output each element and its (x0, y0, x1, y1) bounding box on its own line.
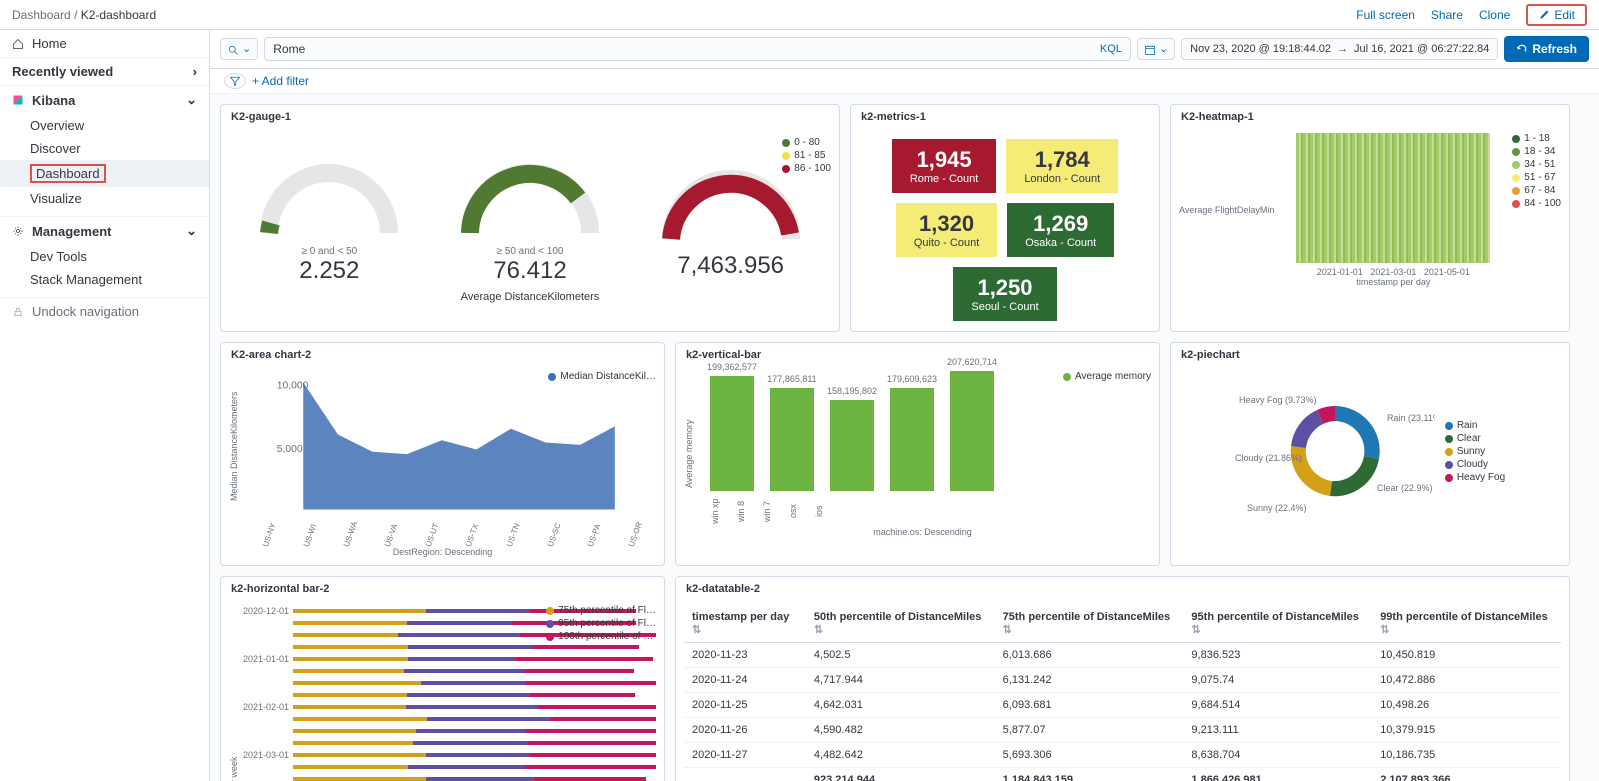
heatmap-plot (1296, 133, 1490, 263)
panel-pie: k2-piechart Rain (23.11%) (1170, 342, 1570, 566)
gauge-legend: 0 - 80 81 - 85 86 - 100 (782, 137, 831, 176)
sidebar-item-discover[interactable]: Discover (0, 137, 209, 160)
top-bar: Dashboard / K2-dashboard Full screen Sha… (0, 0, 1599, 30)
date-range-picker[interactable]: Nov 23, 2020 @ 19:18:44.02 → Jul 16, 202… (1181, 38, 1498, 60)
metric-card: 1,784 London - Count (1006, 139, 1118, 193)
panel-title: K2-gauge-1 (221, 105, 839, 129)
lock-icon (12, 306, 24, 318)
chevron-down-icon: ⌄ (186, 92, 197, 108)
svg-text:Sunny (22.4%): Sunny (22.4%) (1247, 503, 1307, 513)
svg-text:5,000: 5,000 (277, 444, 303, 455)
share-link[interactable]: Share (1431, 8, 1463, 22)
metric-card: 1,269 Osaka - Count (1007, 203, 1114, 257)
kibana-logo-icon (12, 94, 24, 106)
sidebar-item-overview[interactable]: Overview (0, 114, 209, 137)
refresh-button[interactable]: Refresh (1504, 36, 1589, 62)
area-plot: 10,000 5,000 (239, 371, 656, 521)
sidebar-kibana-header[interactable]: Kibana ⌄ (0, 86, 209, 114)
table-header[interactable]: 75th percentile of DistanceMiles ⇅ (995, 605, 1184, 643)
sidebar-home[interactable]: Home (0, 30, 209, 57)
table-row: 2020-11-274,482.6425,693.3068,638.70410,… (684, 743, 1561, 768)
sidebar: Home Recently viewed › Kibana ⌄ Overview… (0, 30, 210, 781)
table-row: 2020-11-254,642.0316,093.6819,684.51410,… (684, 693, 1561, 718)
pie-plot: Rain (23.11%) Clear (22.9%) Sunny (22.4%… (1235, 371, 1435, 531)
query-input[interactable]: Rome (273, 42, 305, 56)
table-header[interactable]: 50th percentile of DistanceMiles ⇅ (806, 605, 995, 643)
gear-icon (12, 225, 24, 237)
dashboard-grid: K2-gauge-1 0 - 80 81 - 85 86 - 100 ≥ 0 a… (210, 94, 1599, 781)
search-icon (227, 44, 239, 56)
calendar-icon (1144, 44, 1156, 56)
clone-link[interactable]: Clone (1479, 8, 1510, 22)
kql-label[interactable]: KQL (1100, 43, 1122, 55)
chevron-down-icon: ⌄ (186, 223, 197, 239)
svg-text:Cloudy (21.86%): Cloudy (21.86%) (1235, 453, 1302, 463)
workspace: ⌄ Rome KQL ⌄ Nov 23, 2020 @ 19:18:44.02 … (210, 30, 1599, 781)
metric-card: 1,250 Seoul - Count (953, 267, 1056, 321)
panel-vertical-bar: k2-vertical-bar Average memory Average m… (675, 342, 1160, 566)
breadcrumb-root[interactable]: Dashboard (12, 8, 71, 22)
full-screen-link[interactable]: Full screen (1356, 8, 1415, 22)
table-row: 2020-11-234,502.56,013.6869,836.52310,45… (684, 643, 1561, 668)
sidebar-recently-viewed[interactable]: Recently viewed › (0, 58, 209, 85)
metric-card: 1,945 Rome - Count (892, 139, 996, 193)
filter-options-button[interactable] (224, 73, 246, 89)
pie-legend: Rain Clear Sunny Cloudy Heavy Fog (1445, 420, 1505, 485)
panel-gauge: K2-gauge-1 0 - 80 81 - 85 86 - 100 ≥ 0 a… (220, 104, 840, 332)
sidebar-item-dashboard[interactable]: Dashboard (0, 160, 209, 187)
filter-bar: + Add filter (210, 69, 1599, 94)
svg-text:Clear (22.9%): Clear (22.9%) (1377, 483, 1433, 493)
edit-button[interactable]: Edit (1526, 4, 1587, 26)
heatmap-legend: 1 - 18 18 - 34 34 - 51 51 - 67 67 - 84 8… (1512, 133, 1561, 287)
sidebar-undock[interactable]: Undock navigation (0, 298, 209, 325)
refresh-icon (1516, 43, 1528, 55)
panel-datatable: k2-datatable-2 timestamp per day ⇅50th p… (675, 576, 1570, 781)
query-bar: ⌄ Rome KQL ⌄ Nov 23, 2020 @ 19:18:44.02 … (210, 30, 1599, 69)
date-quick-button[interactable]: ⌄ (1137, 38, 1175, 59)
pencil-icon (1538, 9, 1550, 21)
home-icon (12, 38, 24, 50)
breadcrumb-current: K2-dashboard (81, 8, 156, 22)
chevron-right-icon: › (193, 64, 197, 79)
table-header[interactable]: 95th percentile of DistanceMiles ⇅ (1183, 605, 1372, 643)
breadcrumb: Dashboard / K2-dashboard (12, 8, 156, 22)
panel-metrics: k2-metrics-1 1,945 Rome - Count 1,784 Lo… (850, 104, 1160, 332)
sidebar-item-devtools[interactable]: Dev Tools (0, 245, 209, 268)
table-row: 2020-11-264,590.4825,877.079,213.11110,3… (684, 718, 1561, 743)
sidebar-management-header[interactable]: Management ⌄ (0, 217, 209, 245)
svg-text:Rain (23.11%): Rain (23.11%) (1387, 413, 1435, 423)
table-header[interactable]: 99th percentile of DistanceMiles ⇅ (1372, 605, 1561, 643)
gauge-caption: Average DistanceKilometers (229, 291, 831, 303)
table-header[interactable]: timestamp per day ⇅ (684, 605, 806, 643)
vbars: 199,362,577 177,865,811 158,195,802 179,… (694, 371, 1151, 491)
panel-hbar: k2-horizontal bar-2 75th percentile of F… (220, 576, 665, 781)
sidebar-item-stackmgmt[interactable]: Stack Management (0, 268, 209, 291)
filter-icon (229, 75, 241, 87)
search-options-button[interactable]: ⌄ (220, 38, 258, 59)
metric-card: 1,320 Quito - Count (896, 203, 997, 257)
panel-area: K2-area chart-2 Median DistanceKil… Medi… (220, 342, 665, 566)
panel-heatmap: K2-heatmap-1 Average FlightDelayMin 2021… (1170, 104, 1570, 332)
data-table: timestamp per day ⇅50th percentile of Di… (684, 605, 1561, 781)
sidebar-item-visualize[interactable]: Visualize (0, 187, 209, 210)
query-input-wrap[interactable]: Rome KQL (264, 37, 1131, 61)
gauge-2: ≥ 50 and < 100 76.412 (450, 133, 610, 285)
add-filter-link[interactable]: + Add filter (252, 74, 309, 88)
gauge-1: ≥ 0 and < 50 2.252 (249, 133, 409, 285)
svg-text:Heavy Fog (9.73%): Heavy Fog (9.73%) (1239, 395, 1317, 405)
top-actions: Full screen Share Clone Edit (1356, 4, 1587, 26)
table-row: 2020-11-244,717.9446,131.2429,075.7410,4… (684, 668, 1561, 693)
